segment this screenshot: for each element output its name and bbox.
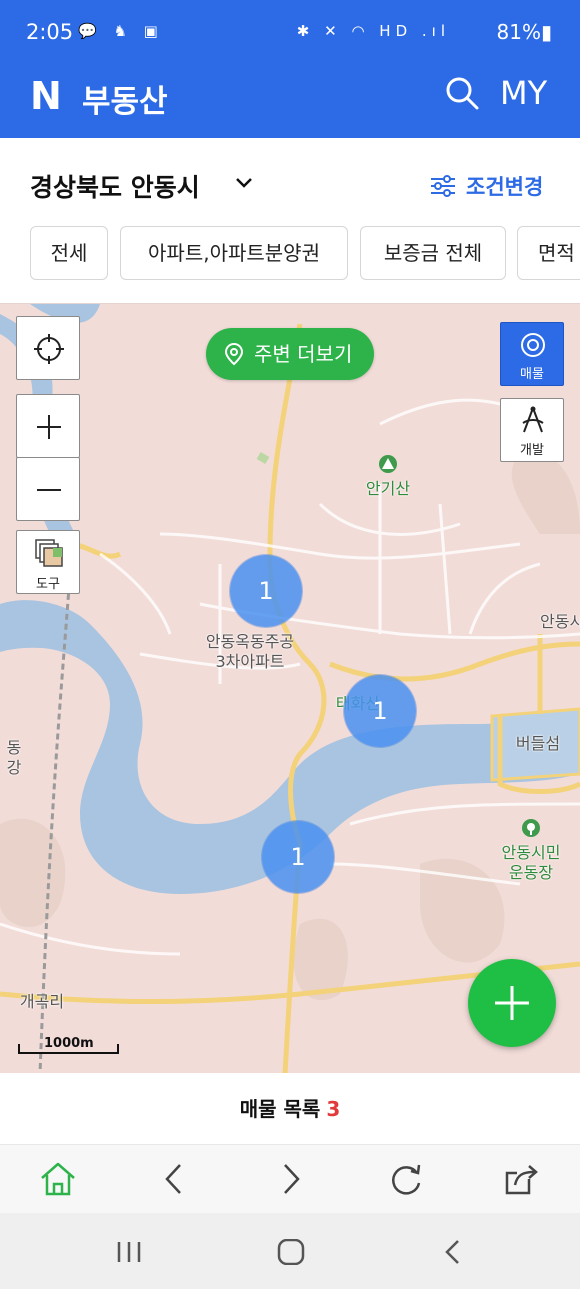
- layers-icon: [35, 539, 63, 567]
- location-row: 경상북도 안동시 조건변경: [0, 138, 580, 226]
- home-icon[interactable]: [39, 1161, 77, 1197]
- map-label-stadium: 안동시민 운동장: [494, 818, 568, 883]
- filter-chip-deal-type[interactable]: 전세: [30, 226, 108, 280]
- listing-cluster[interactable]: 1: [344, 675, 416, 747]
- zoom-in-button[interactable]: [16, 394, 80, 458]
- filter-chip-property-type[interactable]: 아파트,아파트분양권: [120, 226, 348, 280]
- back-icon[interactable]: [438, 1239, 468, 1265]
- map-tools-button[interactable]: 도구: [16, 530, 80, 594]
- nearby-more-button[interactable]: 주변 더보기: [206, 328, 374, 380]
- notification-icons: 💬 ♞ ▣: [78, 22, 164, 40]
- compass-icon: [522, 406, 544, 433]
- map-tools-label: 도구: [36, 577, 60, 592]
- plus-icon: [495, 986, 529, 1020]
- zoom-out-button[interactable]: [16, 457, 80, 521]
- system-navigation-bar: [0, 1213, 580, 1289]
- map-base: [0, 304, 580, 1073]
- listing-list-button[interactable]: 매물 목록 3: [0, 1073, 580, 1145]
- back-icon[interactable]: [155, 1161, 193, 1197]
- condition-change-button[interactable]: 조건변경: [430, 171, 543, 201]
- mountain-icon: [379, 455, 397, 473]
- filter-chip-area[interactable]: 면적: [517, 226, 580, 280]
- development-toggle-label: 개발: [520, 443, 544, 458]
- crosshair-icon: [34, 334, 64, 364]
- map-label-village: 개곡리: [19, 992, 65, 1011]
- forward-icon[interactable]: [272, 1161, 310, 1197]
- map-label-island: 버들섬: [515, 734, 561, 753]
- filter-chip-deposit[interactable]: 보증금 전체: [360, 226, 506, 280]
- recent-apps-icon[interactable]: [114, 1239, 144, 1265]
- region-selector[interactable]: 경상북도 안동시: [30, 168, 200, 204]
- app-title[interactable]: 부동산: [82, 76, 168, 121]
- listing-cluster[interactable]: 1: [230, 555, 302, 627]
- listing-list-label: 매물 목록: [239, 1097, 321, 1121]
- reload-icon[interactable]: [387, 1161, 425, 1197]
- development-toggle[interactable]: 개발: [500, 398, 564, 462]
- scale-label: 1000m: [44, 1036, 94, 1051]
- listing-count: 3: [326, 1097, 341, 1121]
- nearby-more-label: 주변 더보기: [254, 342, 353, 366]
- system-status-icons: ✱ ✕ ◠ HD .ıl: [296, 22, 450, 40]
- map-label-river: 동강: [6, 738, 22, 777]
- listings-toggle-label: 매물: [520, 367, 544, 382]
- chevron-down-icon[interactable]: [234, 174, 254, 192]
- status-time: 2:05: [26, 20, 74, 44]
- map-label-apartment: 안동옥동주공 3차아파트: [205, 632, 295, 671]
- add-listing-fab[interactable]: [468, 959, 556, 1047]
- listings-toggle[interactable]: 매물: [500, 322, 564, 386]
- share-icon[interactable]: [503, 1161, 541, 1197]
- home-icon[interactable]: [276, 1239, 306, 1265]
- listing-cluster[interactable]: 1: [262, 821, 334, 893]
- map-scale: 1000m: [18, 1032, 120, 1056]
- map-view[interactable]: 안기산 안동옥동주공3차아파트 태화산 동강 버들섬 안동시민운동장 안동시 개…: [0, 303, 580, 1073]
- filter-chips: 전세 아파트,아파트분양권 보증금 전체 면적: [0, 226, 580, 300]
- map-label-andong-edge: 안동시: [540, 612, 580, 631]
- plus-icon: [37, 415, 61, 439]
- map-label-mountain-angi: 안기산: [360, 454, 416, 499]
- filter-sliders-icon: [431, 175, 455, 197]
- my-button[interactable]: MY: [500, 74, 547, 112]
- current-location-button[interactable]: [16, 316, 80, 380]
- app-header: N 부동산 MY: [0, 66, 580, 138]
- location-pin-icon: [224, 342, 244, 366]
- browser-toolbar: [0, 1145, 580, 1213]
- condition-change-label: 조건변경: [466, 175, 544, 199]
- target-icon: [521, 333, 545, 357]
- naver-logo[interactable]: N: [30, 74, 62, 118]
- search-icon[interactable]: [444, 75, 480, 111]
- park-icon: [522, 819, 540, 837]
- status-bar: 2:05 💬 ♞ ▣ ✱ ✕ ◠ HD .ıl 81%▮: [0, 0, 580, 66]
- battery-indicator: 81%▮: [496, 20, 552, 44]
- minus-icon: [37, 489, 61, 491]
